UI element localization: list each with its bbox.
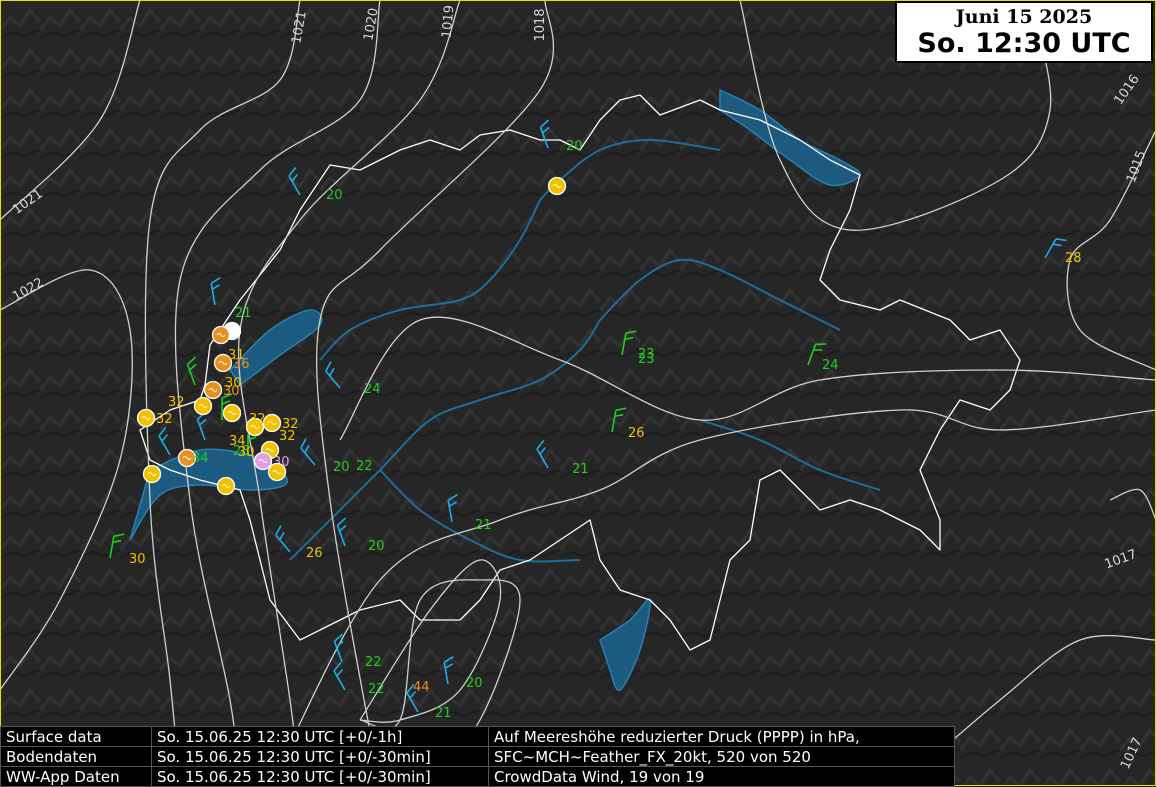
terrain-background <box>0 0 1156 786</box>
wind-gust-label: 44 <box>413 680 430 695</box>
info-label: WW-App Daten <box>0 766 152 787</box>
info-row-wwapp: WW-App Daten So. 15.06.25 12:30 UTC [+0/… <box>0 766 955 787</box>
wind-gust-label: 20 <box>368 539 385 554</box>
wind-gust-label: 26 <box>306 546 323 561</box>
wind-gust-label: 30 <box>238 445 255 460</box>
station-value: 32 <box>156 412 173 427</box>
info-time: So. 15.06.25 12:30 UTC [+0/-1h] <box>151 726 489 747</box>
wind-gust-label: 30 <box>225 376 242 391</box>
wind-gust-label: 20 <box>566 139 583 154</box>
info-time: So. 15.06.25 12:30 UTC [+0/-30min] <box>151 766 489 787</box>
wind-gust-label: 30 <box>129 552 146 567</box>
info-time: So. 15.06.25 12:30 UTC [+0/-30min] <box>151 746 489 767</box>
date-label: Juni 15 2025 <box>955 6 1093 28</box>
info-row-surface: Surface data So. 15.06.25 12:30 UTC [+0/… <box>0 726 955 747</box>
wind-gust-label: 34 <box>192 451 209 466</box>
wind-gust-label: 21 <box>435 706 452 721</box>
wind-gust-label: 32 <box>249 412 266 427</box>
station-marker[interactable] <box>216 476 236 496</box>
isobar-label: 1019 <box>440 5 458 39</box>
wind-gust-label: 22 <box>365 655 382 670</box>
info-label: Bodendaten <box>0 746 152 767</box>
info-desc: Auf Meereshöhe reduzierter Druck (PPPP) … <box>488 726 955 747</box>
wind-gust-label: 22 <box>356 459 373 474</box>
station-marker[interactable] <box>142 464 162 484</box>
wind-gust-label: 21 <box>572 462 589 477</box>
wind-gust-label: 21 <box>235 306 252 321</box>
wind-gust-label: 31 <box>228 348 245 363</box>
wind-gust-label: 20 <box>466 676 483 691</box>
info-desc: CrowdData Wind, 19 von 19 <box>488 766 955 787</box>
station-marker[interactable] <box>222 403 242 423</box>
info-desc: SFC~MCH~Feather_FX_20kt, 520 von 520 <box>488 746 955 767</box>
wind-gust-label: 20 <box>326 188 343 203</box>
wind-gust-label: 26 <box>628 426 645 441</box>
station-marker[interactable] <box>193 396 213 416</box>
wind-gust-label: 24 <box>822 358 839 373</box>
wind-gust-label: 32 <box>168 395 185 410</box>
weather-map[interactable]: 102110221021 1020 1019 10181016101510171017… <box>0 0 1156 786</box>
datetime-box: Juni 15 2025 So. 12:30 UTC <box>895 1 1153 63</box>
wind-gust-label: 32 <box>279 429 296 444</box>
time-label: So. 12:30 UTC <box>917 28 1131 59</box>
station-marker[interactable] <box>267 462 287 482</box>
wind-gust-label: 21 <box>475 518 492 533</box>
info-row-bodendaten: Bodendaten So. 15.06.25 12:30 UTC [+0/-3… <box>0 746 955 767</box>
wind-gust-label: 24 <box>364 382 381 397</box>
wind-gust-label: 28 <box>1065 251 1082 266</box>
station-marker[interactable]: 32 <box>136 408 173 428</box>
info-label: Surface data <box>0 726 152 747</box>
wind-gust-label: 23 <box>638 352 655 367</box>
wind-gust-label: 22 <box>368 682 385 697</box>
wind-gust-label: 20 <box>333 460 350 475</box>
station-marker[interactable] <box>547 176 567 196</box>
station-marker[interactable] <box>211 325 231 345</box>
isobar-label: 1018 <box>533 8 548 41</box>
info-table: Surface data So. 15.06.25 12:30 UTC [+0/… <box>0 726 955 787</box>
